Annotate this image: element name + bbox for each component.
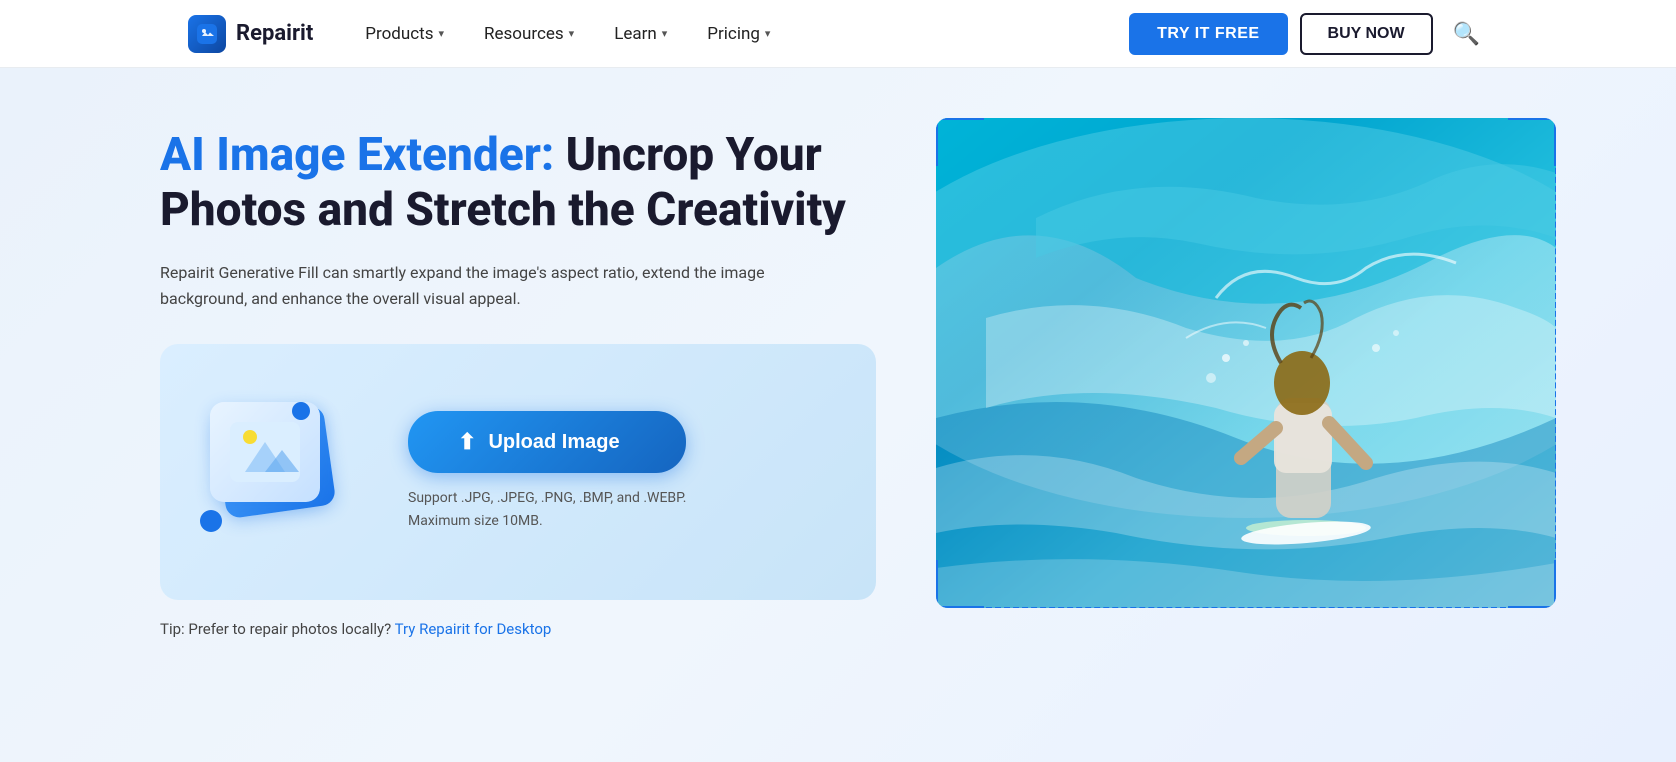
nav-learn[interactable]: Learn ▾ (594, 16, 687, 52)
cloud-upload-icon: ⬆ (458, 429, 476, 455)
resources-chevron-icon: ▾ (569, 27, 575, 40)
logo-text: Repairit (236, 21, 313, 46)
products-label: Products (365, 24, 433, 44)
nav-products[interactable]: Products ▾ (345, 16, 464, 52)
headline-blue: AI Image Extender: (160, 128, 554, 182)
headline: AI Image Extender: Uncrop YourPhotos and… (160, 128, 876, 238)
learn-chevron-icon: ▾ (662, 27, 668, 40)
mountain-icon (230, 422, 300, 482)
products-chevron-icon: ▾ (439, 27, 445, 40)
corner-bracket-br (1508, 560, 1556, 608)
dashed-bottom-border (986, 607, 1506, 608)
left-panel: AI Image Extender: Uncrop YourPhotos and… (160, 128, 876, 638)
upload-btn-label: Upload Image (488, 431, 619, 454)
search-icon: 🔍 (1453, 21, 1480, 46)
corner-bracket-tr (1508, 118, 1556, 166)
upload-hint-line2: Maximum size 10MB. (408, 510, 686, 532)
upload-image-button[interactable]: ⬆ Upload Image (408, 411, 686, 473)
surfer-image (936, 118, 1556, 608)
icon-dot (292, 402, 310, 420)
tip-desktop-link[interactable]: Try Repairit for Desktop (395, 620, 552, 638)
image-3d-icon (200, 392, 360, 552)
nav-pricing[interactable]: Pricing ▾ (687, 16, 790, 52)
right-panel (936, 118, 1556, 608)
buy-now-button[interactable]: BUY NOW (1300, 13, 1433, 55)
dashed-right-border (1555, 168, 1556, 558)
icon-corner (200, 510, 222, 532)
main-content: AI Image Extender: Uncrop YourPhotos and… (0, 68, 1676, 762)
image-preview-container (936, 118, 1556, 608)
nav-actions: TRY IT FREE BUY NOW 🔍 (1129, 13, 1488, 55)
subtitle: Repairit Generative Fill can smartly exp… (160, 260, 840, 311)
logo-area[interactable]: Repairit (188, 15, 313, 53)
upload-hint-line1: Support .JPG, .JPEG, .PNG, .BMP, and .WE… (408, 487, 686, 509)
logo-icon (188, 15, 226, 53)
tip-text: Tip: Prefer to repair photos locally? Tr… (160, 620, 876, 638)
icon-front (210, 402, 320, 502)
corner-bracket-tl (936, 118, 984, 166)
upload-hint: Support .JPG, .JPEG, .PNG, .BMP, and .WE… (408, 487, 686, 532)
upload-icon-area (200, 392, 360, 552)
pricing-chevron-icon: ▾ (765, 27, 771, 40)
resources-label: Resources (484, 24, 564, 44)
upload-box: ⬆ Upload Image Support .JPG, .JPEG, .PNG… (160, 344, 876, 600)
upload-right: ⬆ Upload Image Support .JPG, .JPEG, .PNG… (408, 411, 686, 532)
learn-label: Learn (614, 24, 657, 44)
nav-links: Products ▾ Resources ▾ Learn ▾ Pricing ▾ (345, 16, 1121, 52)
surfer-svg (936, 118, 1556, 608)
tip-static-text: Tip: Prefer to repair photos locally? (160, 620, 391, 638)
corner-bracket-bl (936, 560, 984, 608)
search-button[interactable]: 🔍 (1445, 17, 1488, 51)
try-free-button[interactable]: TRY IT FREE (1129, 13, 1287, 55)
pricing-label: Pricing (707, 24, 760, 44)
navbar: Repairit Products ▾ Resources ▾ Learn ▾ … (0, 0, 1676, 68)
nav-resources[interactable]: Resources ▾ (464, 16, 594, 52)
